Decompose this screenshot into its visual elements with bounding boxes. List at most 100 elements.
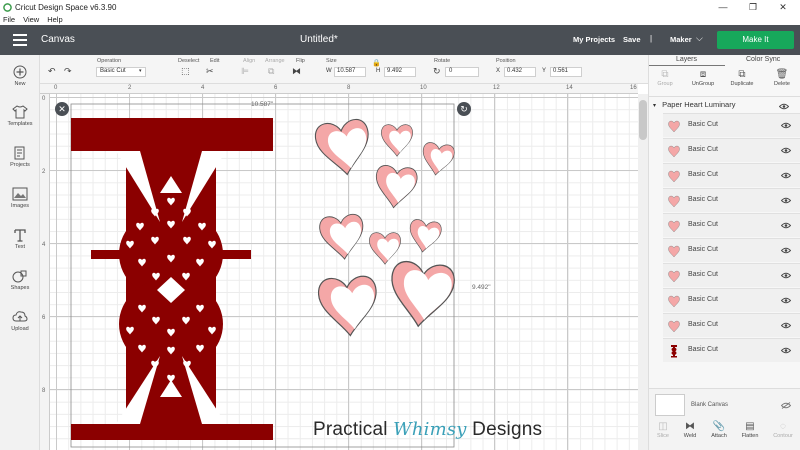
close-window-button[interactable]: ✕: [768, 0, 798, 14]
maximize-button[interactable]: ❐: [738, 0, 768, 14]
paperclip-icon: 📎: [712, 421, 726, 432]
layer-row[interactable]: Basic Cut: [663, 238, 800, 262]
tool-projects[interactable]: Projects: [0, 146, 40, 168]
tool-projects-label: Projects: [10, 162, 30, 168]
save-button[interactable]: Save: [623, 35, 641, 44]
heart-thumbnail-icon: [668, 145, 680, 158]
lock-icon[interactable]: 🔒: [372, 59, 381, 67]
ungroup-label: UnGroup: [691, 81, 715, 87]
ruler-left-tick: 8: [42, 388, 46, 394]
delete-selection-handle[interactable]: ✕: [55, 102, 69, 116]
collapse-arrow-icon[interactable]: ▾: [653, 103, 656, 109]
watermark-logo: Practical Whimsy Designs: [313, 419, 542, 441]
rotate-handle[interactable]: ↻: [457, 102, 471, 116]
eye-icon[interactable]: [781, 222, 791, 229]
attach-button[interactable]: 📎 Attach: [703, 421, 735, 439]
eye-icon[interactable]: [781, 347, 791, 354]
tool-text[interactable]: Text: [0, 228, 40, 250]
tab-color-sync[interactable]: Color Sync: [746, 56, 780, 63]
tool-new-label: New: [14, 81, 26, 87]
ungroup-button[interactable]: ⧈ UnGroup: [687, 69, 719, 87]
layers-panel: Layers Color Sync ⧉ Group ⧈ UnGroup ⧉ Dupli…: [648, 55, 800, 450]
shapes-icon: [12, 270, 27, 283]
align-icon[interactable]: ⊫: [241, 66, 249, 77]
flip-icon[interactable]: ⧓: [292, 66, 301, 77]
layer-name: Basic Cut: [688, 121, 718, 128]
eye-icon[interactable]: [781, 272, 791, 279]
tool-shapes[interactable]: Shapes: [0, 269, 40, 291]
ruler-top-tick: 8: [347, 85, 351, 91]
layer-row[interactable]: Basic Cut: [663, 188, 800, 212]
menu-file[interactable]: File: [3, 14, 15, 25]
heart-thumbnail-icon: [668, 170, 680, 183]
ungroup-icon: ⧈: [699, 69, 707, 80]
ruler-top-tick: 16: [630, 85, 637, 91]
duplicate-button[interactable]: ⧉ Duplicate: [726, 69, 758, 87]
window-titlebar: Cricut Design Space v6.3.90 — ❐ ✕: [0, 0, 800, 14]
eye-icon[interactable]: [781, 122, 791, 129]
left-toolbar: New Templates Projects Images Text Shape…: [0, 55, 40, 450]
tool-upload[interactable]: Upload: [0, 310, 40, 332]
layer-row[interactable]: Basic Cut: [663, 338, 800, 362]
size-w-value: 10.587: [337, 68, 356, 74]
layer-row[interactable]: Basic Cut: [663, 138, 800, 162]
arrange-icon[interactable]: ⧉: [268, 66, 274, 77]
machine-selector[interactable]: Maker: [670, 35, 692, 44]
deselect-icon[interactable]: ⬚: [181, 66, 190, 77]
arrange-label: Arrange: [265, 58, 285, 64]
blank-canvas-swatch[interactable]: [655, 394, 685, 416]
tool-templates[interactable]: Templates: [0, 105, 40, 127]
ruler-left-tick: 4: [42, 242, 46, 248]
height-readout: 9.492": [472, 284, 491, 291]
eye-icon[interactable]: [779, 103, 789, 110]
layer-row[interactable]: Basic Cut: [663, 263, 800, 287]
design-canvas[interactable]: [50, 94, 638, 450]
undo-icon[interactable]: ↶: [48, 66, 56, 77]
ruler-top-tick: 10: [420, 85, 427, 91]
eye-icon[interactable]: [781, 247, 791, 254]
edit-toolbar: ↶ ↷ Operation Basic Cut ▾ Deselect ⬚ Edi…: [40, 55, 648, 84]
edit-icon[interactable]: ✂: [206, 66, 214, 77]
eye-icon[interactable]: [781, 322, 791, 329]
eye-hidden-icon[interactable]: [781, 402, 791, 409]
menu-view[interactable]: View: [23, 14, 39, 25]
tab-layers[interactable]: Layers: [676, 56, 697, 63]
hamburger-menu-icon[interactable]: [13, 34, 27, 46]
group-button[interactable]: ⧉ Group: [649, 69, 681, 87]
flatten-button[interactable]: ▤ Flatten: [734, 421, 766, 439]
minimize-button[interactable]: —: [708, 0, 738, 14]
header-separator: |: [650, 34, 653, 43]
eye-icon[interactable]: [781, 147, 791, 154]
ruler-top-tick: 12: [493, 85, 500, 91]
size-label: Size: [326, 58, 337, 64]
flip-label: Flip: [296, 58, 305, 64]
make-it-button[interactable]: Make It: [717, 31, 794, 49]
app-header: Canvas Untitled* My Projects Save | Make…: [0, 25, 800, 55]
my-projects-button[interactable]: My Projects: [573, 35, 615, 44]
contour-button[interactable]: ◌ Contour: [767, 421, 799, 439]
weld-button[interactable]: ⧓ Weld: [674, 421, 706, 439]
eye-icon[interactable]: [781, 197, 791, 204]
eye-icon[interactable]: [781, 297, 791, 304]
cricut-app-icon: [3, 2, 12, 12]
watermark-part1: Practical: [313, 419, 388, 440]
layer-row[interactable]: Basic Cut: [663, 213, 800, 237]
scrollbar-thumb[interactable]: [639, 100, 647, 140]
chevron-down-icon[interactable]: ⌵: [696, 33, 703, 44]
position-x-label: X: [496, 68, 501, 74]
active-tab-indicator: [649, 65, 725, 66]
layer-row[interactable]: Basic Cut: [663, 313, 800, 337]
tool-new[interactable]: New: [0, 65, 40, 87]
layer-row[interactable]: Basic Cut: [663, 113, 800, 137]
delete-button[interactable]: 🗑 Delete: [766, 69, 798, 87]
canvas-scrollbar[interactable]: [638, 94, 648, 450]
menu-help[interactable]: Help: [47, 14, 62, 25]
layer-name: Basic Cut: [688, 246, 718, 253]
layer-row[interactable]: Basic Cut: [663, 163, 800, 187]
layer-group-header[interactable]: ▾ Paper Heart Luminary: [653, 100, 799, 112]
slice-label: Slice: [657, 433, 669, 439]
layer-row[interactable]: Basic Cut: [663, 288, 800, 312]
eye-icon[interactable]: [781, 172, 791, 179]
tool-images[interactable]: Images: [0, 187, 40, 209]
redo-icon[interactable]: ↷: [64, 66, 72, 77]
